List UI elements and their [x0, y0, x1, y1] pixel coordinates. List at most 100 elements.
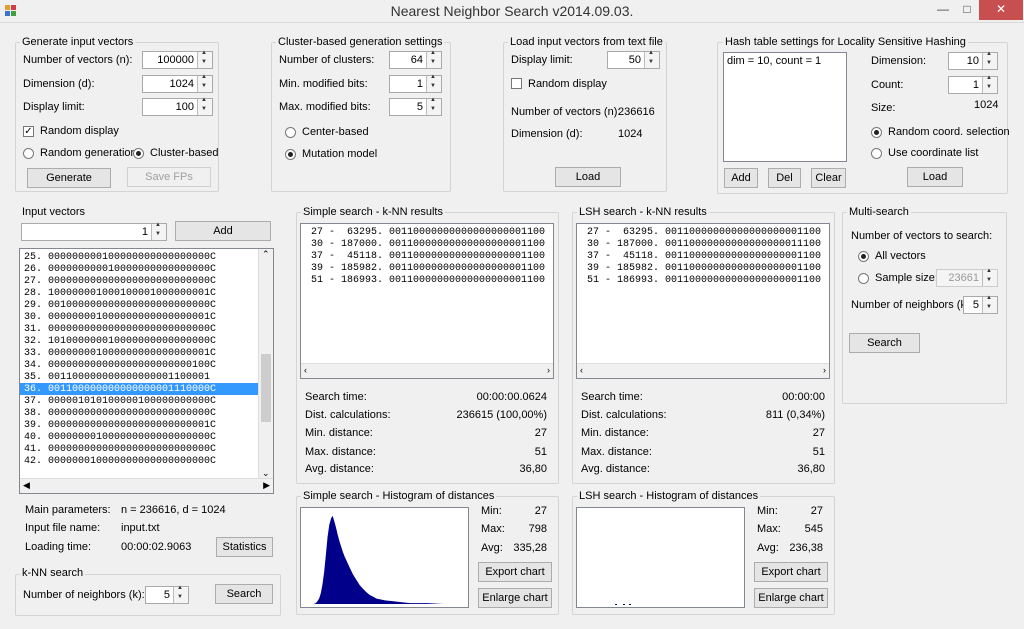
coord-list-radio[interactable]: [871, 148, 882, 159]
minimize-button[interactable]: —: [930, 0, 956, 20]
spinner-icon[interactable]: [173, 585, 188, 603]
all-vectors-radio[interactable]: [858, 251, 869, 262]
simple-result-row[interactable]: 37 - 45118. 00110000000000000000001100: [301, 250, 545, 262]
vector-list-item[interactable]: 33. 000000001000000000000000001C: [20, 347, 259, 359]
simple-result-row[interactable]: 27 - 63295. 00110000000000000000001100: [301, 226, 545, 238]
lsh-dimension-input[interactable]: 10: [948, 51, 998, 70]
spinner-icon[interactable]: [197, 74, 212, 92]
lsh-result-row[interactable]: 39 - 185982. 00110000000000000000001100: [577, 262, 821, 274]
hash-table-list[interactable]: dim = 10, count = 1: [723, 52, 847, 162]
lsh-result-row[interactable]: 37 - 45118. 00110000000000000000001100: [577, 250, 821, 262]
scroll-right-icon[interactable]: ▶: [263, 480, 270, 491]
input-add-button[interactable]: Add: [175, 221, 271, 241]
spinner-icon[interactable]: [426, 74, 441, 92]
vector-list-item[interactable]: 34. 000000000000000000000000100C: [20, 359, 259, 371]
spinner-icon[interactable]: [982, 295, 997, 313]
cluster-based-radio[interactable]: [133, 148, 144, 159]
lsh-result-row[interactable]: 51 - 186993. 00110000000000000000001100: [577, 274, 821, 286]
input-vectors-list[interactable]: 25. 000000000100000000000000000C 26. 0000…: [19, 248, 274, 494]
spinner-icon[interactable]: [982, 75, 997, 93]
lsh-clear-button[interactable]: Clear: [811, 168, 846, 188]
vector-list-item[interactable]: 35. 001100000000000000001100001: [20, 371, 259, 383]
horizontal-scrollbar[interactable]: ‹ ›: [577, 363, 829, 378]
simple-results-list[interactable]: 27 - 63295. 00110000000000000000001100 3…: [300, 223, 554, 379]
scroll-right-icon[interactable]: ›: [823, 365, 826, 375]
statistics-button[interactable]: Statistics: [216, 537, 273, 557]
scroll-up-icon[interactable]: ⌃: [262, 249, 270, 260]
spinner-icon[interactable]: [197, 97, 212, 115]
display-limit-input[interactable]: 100: [142, 97, 213, 116]
vector-list-item[interactable]: 41. 000000000000000000000000000C: [20, 443, 259, 455]
knn-neighbors-input[interactable]: 5: [145, 585, 189, 604]
vector-list-item[interactable]: 32. 101000000010000000000000000C: [20, 335, 259, 347]
load-random-display-checkbox[interactable]: [511, 78, 522, 89]
hash-table-list-item[interactable]: dim = 10, count = 1: [727, 55, 821, 67]
vector-index-input[interactable]: 1: [21, 222, 167, 241]
simple-enlarge-chart-button[interactable]: Enlarge chart: [478, 588, 552, 608]
scroll-left-icon[interactable]: ‹: [580, 365, 583, 375]
max-bits-input[interactable]: 5: [389, 97, 442, 116]
simple-export-chart-button[interactable]: Export chart: [478, 562, 552, 582]
sample-size-radio[interactable]: [858, 273, 869, 284]
sample-size-input[interactable]: 23661: [936, 268, 998, 287]
vector-list-item[interactable]: 28. 100000001000100001000000001C: [20, 287, 259, 299]
vector-list-item[interactable]: 40. 000000001000000000000000000C: [20, 431, 259, 443]
multi-search-button[interactable]: Search: [849, 333, 920, 353]
spinner-icon[interactable]: [982, 268, 997, 286]
vector-list-item[interactable]: 42. 000000010000000000000000000C: [20, 455, 259, 467]
lsh-count-input[interactable]: 1: [948, 75, 998, 94]
spinner-icon[interactable]: [197, 50, 212, 68]
vertical-scrollbar[interactable]: ⌃ ⌄: [258, 249, 273, 479]
vector-list-item[interactable]: 29. 001000000000000000000000000C: [20, 299, 259, 311]
load-file-button[interactable]: Load: [555, 167, 621, 187]
lsh-add-button[interactable]: Add: [724, 168, 758, 188]
num-clusters-input[interactable]: 64: [389, 50, 442, 69]
close-button[interactable]: ✕: [979, 0, 1023, 20]
spinner-icon[interactable]: [426, 97, 441, 115]
vector-list-item[interactable]: 26. 000000000010000000000000000C: [20, 263, 259, 275]
scroll-thumb[interactable]: [261, 354, 271, 422]
generate-button[interactable]: Generate: [27, 168, 111, 188]
horizontal-scrollbar[interactable]: ◀ ▶: [20, 478, 273, 493]
knn-search-button[interactable]: Search: [215, 584, 273, 604]
simple-result-row[interactable]: 51 - 186993. 00110000000000000000001100: [301, 274, 545, 286]
horizontal-scrollbar[interactable]: ‹ ›: [301, 363, 553, 378]
random-generation-radio[interactable]: [23, 148, 34, 159]
lsh-results-list[interactable]: 27 - 63295. 00110000000000000000001100 3…: [576, 223, 830, 379]
spinner-icon[interactable]: [982, 51, 997, 69]
vector-list-item[interactable]: 39. 000000000000000000000000001C: [20, 419, 259, 431]
vector-list-item[interactable]: 30. 000000001000000000000000001C: [20, 311, 259, 323]
scroll-left-icon[interactable]: ◀: [23, 480, 30, 491]
num-clusters-value: 64: [410, 54, 423, 66]
scroll-left-icon[interactable]: ‹: [304, 365, 307, 375]
spinner-icon[interactable]: [426, 50, 441, 68]
mutation-model-radio[interactable]: [285, 149, 296, 160]
multi-neighbors-input[interactable]: 5: [963, 295, 998, 314]
lsh-result-row[interactable]: 27 - 63295. 00110000000000000000001100: [577, 226, 821, 238]
min-bits-input[interactable]: 1: [389, 74, 442, 93]
lsh-export-chart-button[interactable]: Export chart: [754, 562, 828, 582]
center-based-radio[interactable]: [285, 127, 296, 138]
load-display-limit-input[interactable]: 50: [607, 50, 660, 69]
lsh-del-button[interactable]: Del: [768, 168, 801, 188]
simple-result-row[interactable]: 30 - 187000. 00110000000000000000001100: [301, 238, 545, 250]
lsh-load-button[interactable]: Load: [907, 167, 963, 187]
vector-list-item[interactable]: 37. 000001010100000100000000000C: [20, 395, 259, 407]
save-fps-button[interactable]: Save FPs: [127, 167, 211, 187]
random-display-checkbox[interactable]: ✓: [23, 126, 34, 137]
spinner-icon[interactable]: [151, 222, 166, 240]
random-coord-radio[interactable]: [871, 127, 882, 138]
lsh-result-row[interactable]: 30 - 187000. 00110000000000000000011100: [577, 238, 821, 250]
dimension-input[interactable]: 1024: [142, 74, 213, 93]
vector-list-item[interactable]: 31. 000000000000000000000000000C: [20, 323, 259, 335]
num-vectors-input[interactable]: 100000: [142, 50, 213, 69]
lsh-enlarge-chart-button[interactable]: Enlarge chart: [754, 588, 828, 608]
scroll-right-icon[interactable]: ›: [547, 365, 550, 375]
maximize-button[interactable]: □: [956, 0, 978, 20]
vector-list-item[interactable]: 38. 000000000000000000000000000C: [20, 407, 259, 419]
vector-list-item[interactable]: 25. 000000000100000000000000000C: [20, 251, 259, 263]
vector-list-item[interactable]: 36. 001100000000000000001110000C: [20, 383, 259, 395]
simple-result-row[interactable]: 39 - 185982. 00110000000000000000001100: [301, 262, 545, 274]
vector-list-item[interactable]: 27. 000000000000000000000000000C: [20, 275, 259, 287]
spinner-icon[interactable]: [644, 50, 659, 68]
